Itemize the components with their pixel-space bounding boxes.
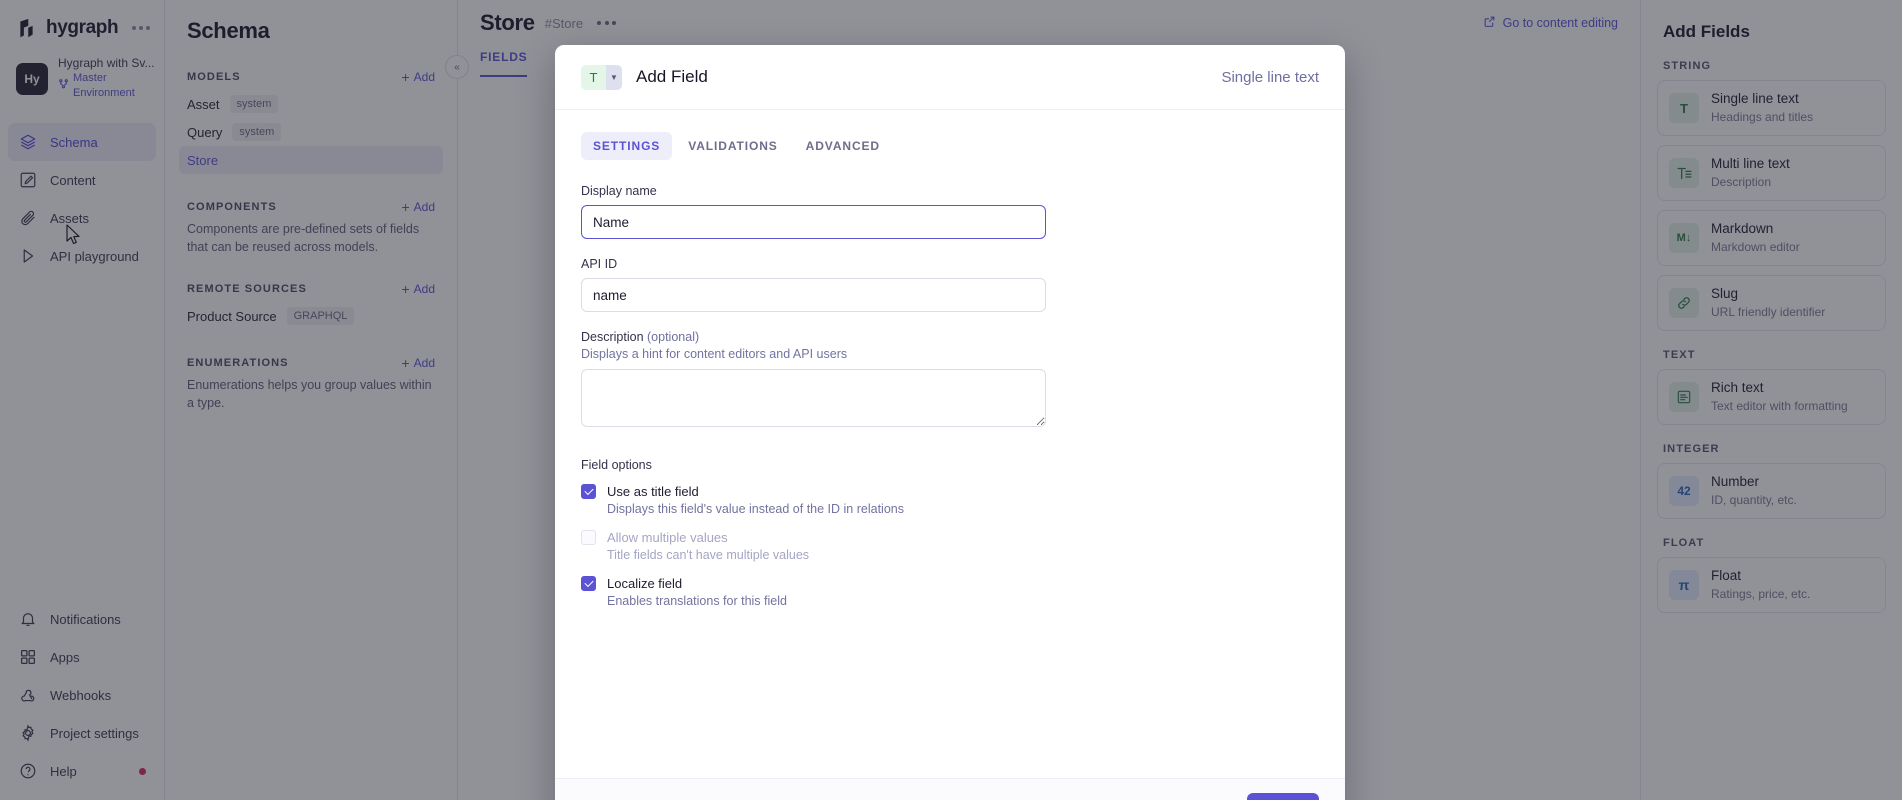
description-block: Description (optional) Displays a hint f… (581, 330, 1319, 432)
add-button[interactable]: Add (1246, 793, 1319, 800)
field-options-label: Field options (581, 458, 652, 472)
display-name-input[interactable] (581, 205, 1046, 239)
description-optional-suffix: (optional) (647, 330, 700, 344)
description-textarea[interactable] (581, 369, 1046, 427)
dialog-tabs: SETTINGS VALIDATIONS ADVANCED (581, 132, 1319, 160)
display-name-block: Display name (581, 184, 1319, 239)
option-localize-field: Localize field Enables translations for … (581, 576, 1319, 608)
option-label: Allow multiple values (607, 530, 728, 545)
dialog-title: Add Field (636, 67, 708, 86)
app-root: hygraph Hy Hygraph with Sv... Master Env… (0, 0, 1902, 800)
option-sub: Displays this field's value instead of t… (607, 502, 904, 516)
api-id-input[interactable] (581, 278, 1046, 312)
tab-validations[interactable]: VALIDATIONS (676, 132, 789, 160)
field-type-selector[interactable]: T ▼ (581, 64, 622, 90)
option-sub: Enables translations for this field (607, 594, 787, 608)
api-id-label: API ID (581, 257, 618, 271)
api-id-block: API ID (581, 257, 1319, 312)
tab-settings[interactable]: SETTINGS (581, 132, 673, 160)
option-label: Use as title field (607, 484, 699, 499)
localize-field-checkbox[interactable] (581, 576, 596, 591)
display-name-label: Display name (581, 184, 657, 198)
dialog-body: SETTINGS VALIDATIONS ADVANCED Display na… (555, 110, 1345, 778)
dialog-header: T ▼ Add Field Single line text (555, 45, 1345, 110)
text-t-icon: T (581, 64, 606, 90)
allow-multiple-values-checkbox (581, 530, 596, 545)
dialog-footer: Cancel Add (555, 778, 1345, 800)
option-label: Localize field (607, 576, 683, 591)
chevron-down-icon[interactable]: ▼ (606, 64, 622, 90)
option-allow-multiple-values: Allow multiple values Title fields can't… (581, 530, 1319, 562)
option-use-as-title-field: Use as title field Displays this field's… (581, 484, 1319, 516)
description-label-text: Description (581, 330, 644, 344)
description-hint: Displays a hint for content editors and … (581, 347, 848, 361)
option-sub: Title fields can't have multiple values (607, 548, 810, 562)
add-field-dialog: T ▼ Add Field Single line text SETTINGS … (555, 45, 1345, 800)
tab-advanced[interactable]: ADVANCED (794, 132, 892, 160)
dialog-field-type-label: Single line text (1221, 68, 1319, 86)
use-as-title-field-checkbox[interactable] (581, 484, 596, 499)
description-label: Description (optional) (581, 330, 1319, 344)
